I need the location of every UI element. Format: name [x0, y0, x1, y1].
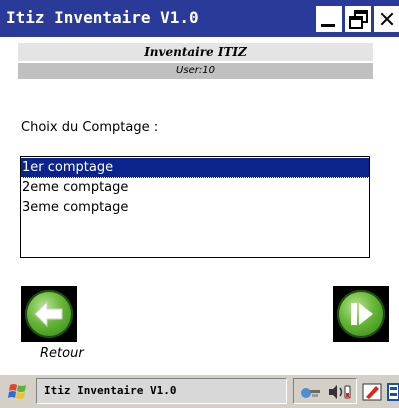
- start-icon[interactable]: [8, 383, 28, 401]
- taskbar: Itiz Inventaire V1.0: [0, 374, 399, 408]
- system-tray: [293, 378, 357, 404]
- user-header: User:10: [18, 63, 373, 79]
- next-arrow-icon: [337, 290, 385, 338]
- minimize-button[interactable]: [316, 6, 342, 32]
- counting-listbox[interactable]: 1er comptage 2eme comptage 3eme comptage: [20, 156, 370, 258]
- next-button[interactable]: [333, 286, 389, 342]
- pen-icon[interactable]: [362, 383, 382, 401]
- back-arrow-icon: [25, 290, 73, 338]
- back-label: Retour: [40, 346, 84, 361]
- keyboard-icon[interactable]: [387, 383, 399, 401]
- list-item[interactable]: 2eme comptage: [21, 178, 369, 198]
- list-item[interactable]: 1er comptage: [21, 158, 369, 178]
- task-button[interactable]: Itiz Inventaire V1.0: [36, 378, 287, 404]
- volume-icon[interactable]: [327, 384, 353, 400]
- restore-button[interactable]: [345, 6, 371, 32]
- list-item[interactable]: 3eme comptage: [21, 198, 369, 218]
- app-name-header: Inventaire ITIZ: [18, 43, 373, 61]
- window-title: Itiz Inventaire V1.0: [6, 8, 199, 27]
- back-button[interactable]: [21, 286, 77, 342]
- network-icon[interactable]: [300, 384, 322, 400]
- counting-choice-label: Choix du Comptage :: [21, 120, 159, 135]
- window-titlebar: Itiz Inventaire V1.0: [0, 0, 399, 37]
- close-button[interactable]: [374, 6, 399, 32]
